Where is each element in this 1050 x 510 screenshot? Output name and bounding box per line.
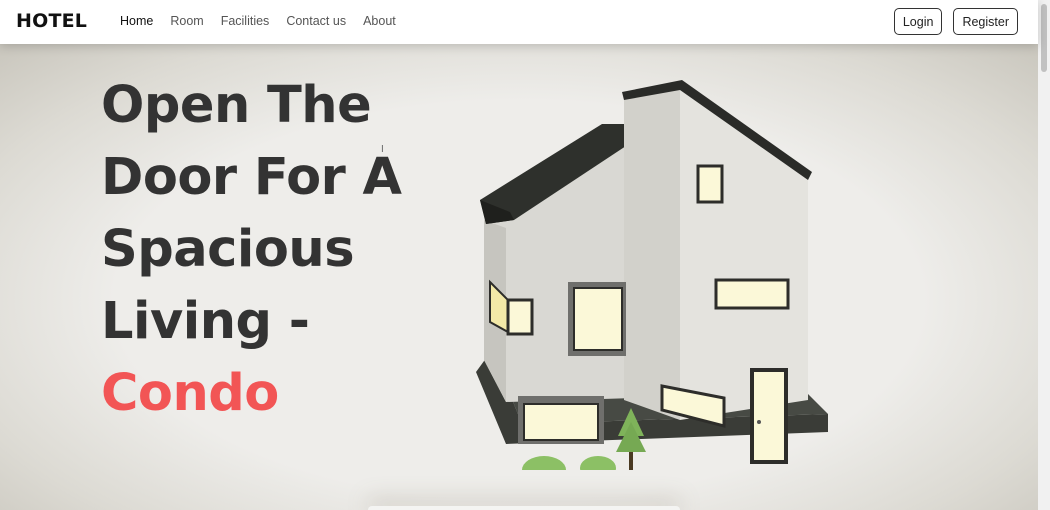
nav-links: Home Room Facilities Contact us About: [120, 14, 413, 28]
page-scrollbar[interactable]: [1038, 0, 1050, 510]
login-button[interactable]: Login: [893, 8, 943, 35]
register-button[interactable]: Register: [953, 8, 1018, 35]
auth-buttons: Login Register: [893, 8, 1018, 35]
nav-link-about[interactable]: About: [363, 14, 396, 28]
navbar: HOTEL Home Room Facilities Contact us Ab…: [0, 0, 1038, 44]
nav-link-room[interactable]: Room: [170, 14, 203, 28]
nav-link-contact[interactable]: Contact us: [286, 14, 346, 28]
hero-title-line: Living -: [101, 292, 310, 351]
nav-link-home[interactable]: Home: [120, 14, 153, 28]
hero-title-line: Spacious: [101, 220, 355, 279]
hero-title-line: Open The: [101, 76, 372, 135]
scrollbar-thumb[interactable]: [1041, 4, 1047, 72]
nav-link-facilities[interactable]: Facilities: [221, 14, 270, 28]
text-cursor-icon: I: [381, 144, 384, 155]
hero-accent-word: Condo: [101, 364, 279, 423]
hero-section: Open The Door For A Spacious Living - Co…: [0, 44, 1038, 510]
hero-title: Open The Door For A Spacious Living - Co…: [101, 70, 431, 430]
brand-logo[interactable]: HOTEL: [16, 10, 87, 32]
bottom-panel-edge: [368, 506, 680, 510]
house-illustration: [476, 80, 828, 470]
